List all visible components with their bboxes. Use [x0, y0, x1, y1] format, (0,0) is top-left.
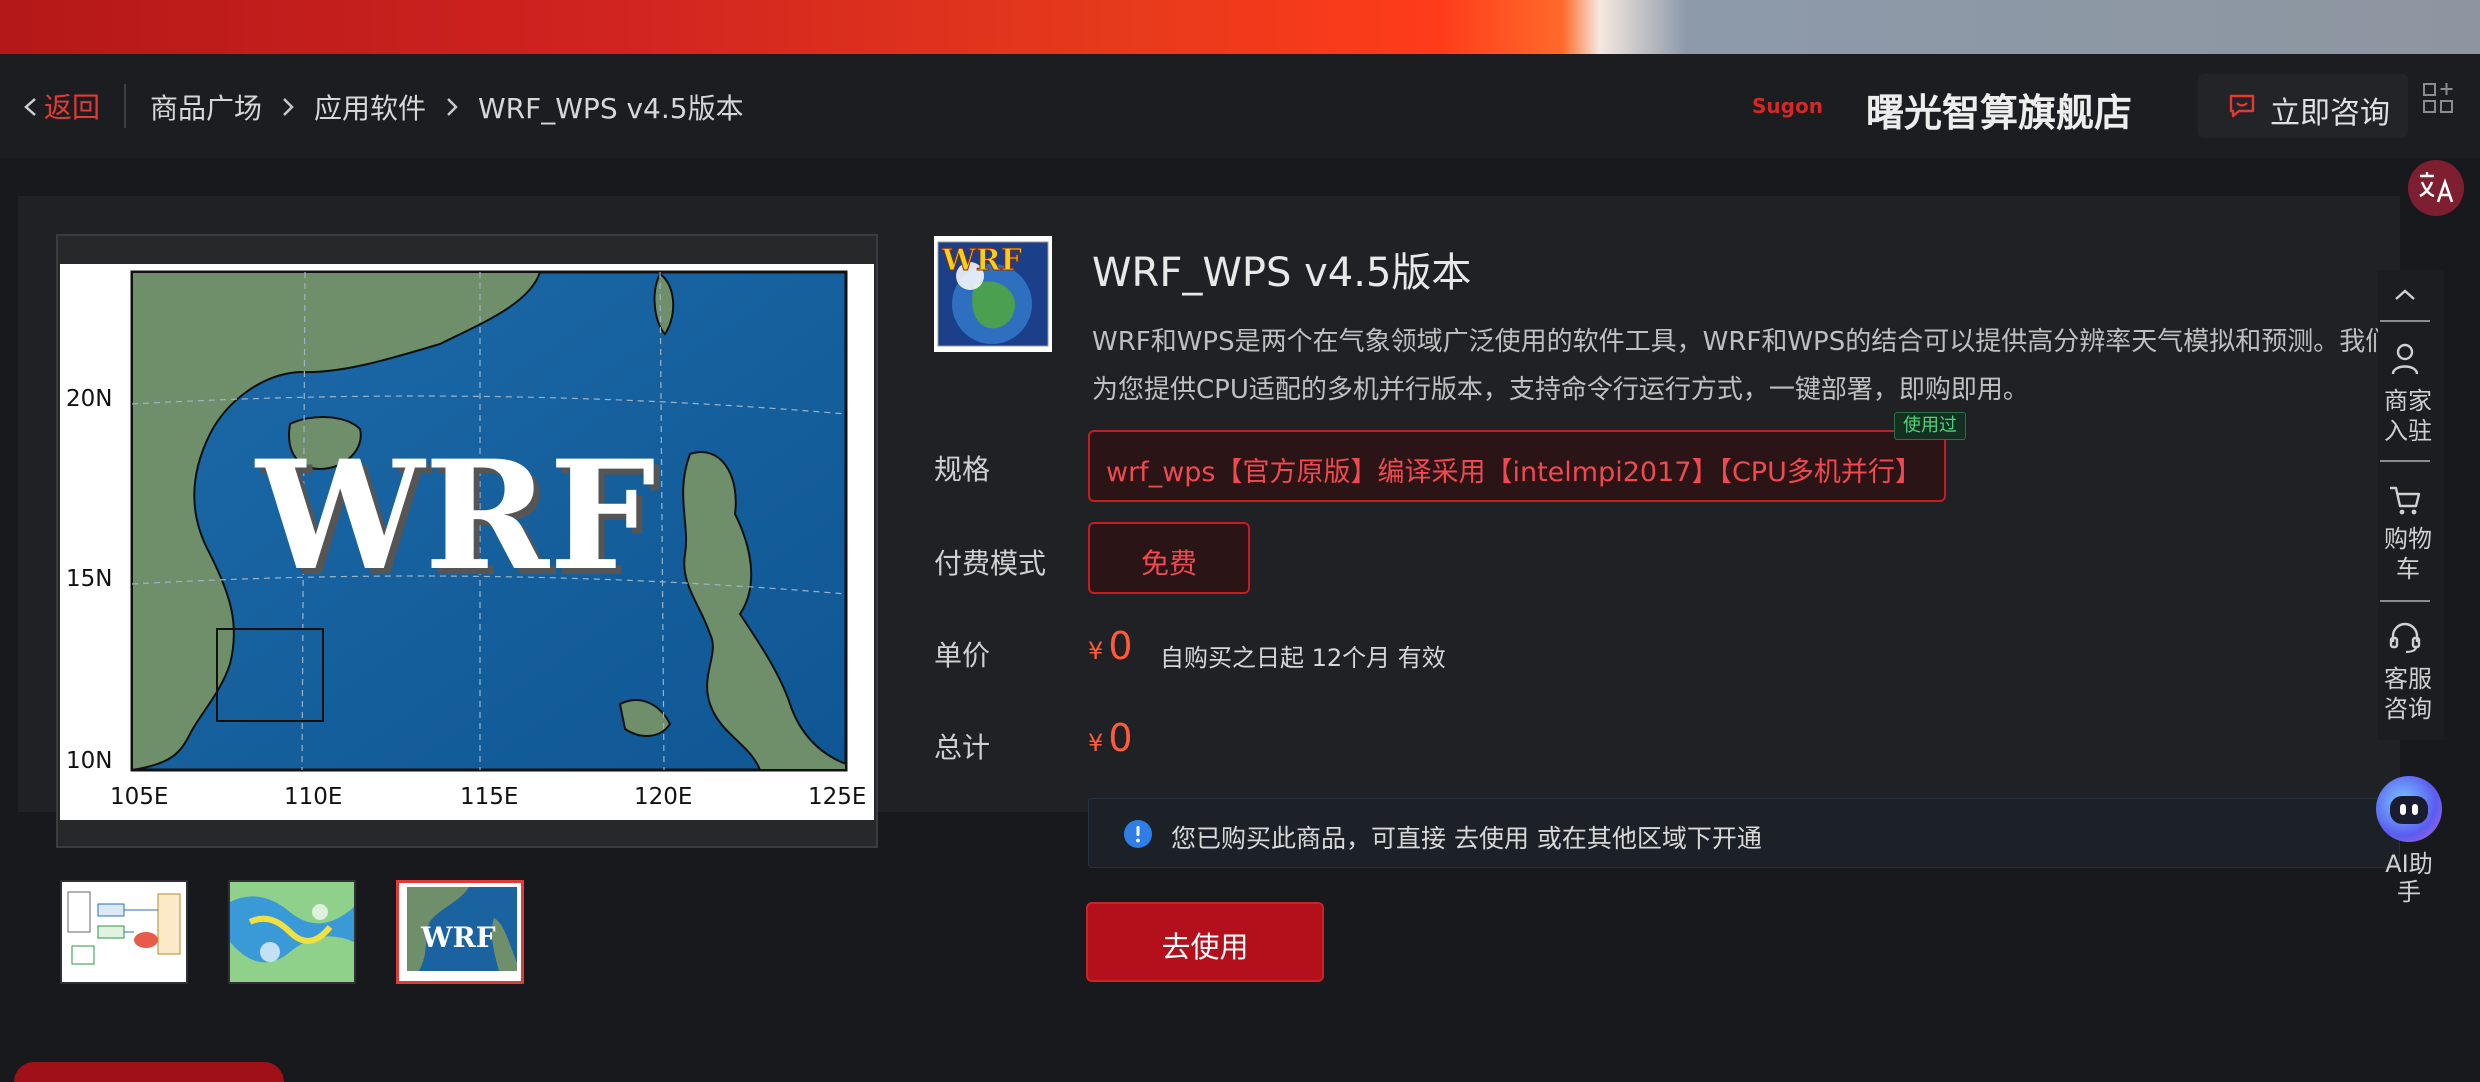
- consult-label: 立即咨询: [2270, 96, 2390, 131]
- sidebar-item-merchant[interactable]: 商家入驻: [2378, 386, 2438, 446]
- spec-option[interactable]: wrf_wps【官方原版】编译采用【intelmpi2017】【CPU多机并行】: [1088, 430, 1946, 502]
- spec-label: 规格: [934, 453, 991, 486]
- top-banner: [0, 0, 2480, 54]
- x-tick-label: 125E: [808, 784, 866, 810]
- spec-option-label: wrf_wps【官方原版】编译采用【intelmpi2017】【CPU多机并行】: [1106, 457, 1922, 488]
- back-link[interactable]: 返回: [44, 86, 100, 126]
- breadcrumb-item-marketplace[interactable]: 商品广场: [150, 87, 262, 127]
- go-use-button-label: 去使用: [1161, 930, 1249, 964]
- pay-mode-option-free[interactable]: 免费: [1088, 522, 1250, 594]
- x-tick-label: 105E: [110, 784, 168, 810]
- cart-icon[interactable]: [2388, 484, 2422, 516]
- pay-mode-label: 付费模式: [934, 547, 1047, 580]
- total-label: 总计: [934, 731, 991, 764]
- store-logo: Sugon: [1752, 94, 1823, 118]
- ai-assistant-avatar[interactable]: [2376, 776, 2442, 842]
- x-tick-label: 110E: [284, 784, 342, 810]
- breadcrumb-item-software[interactable]: 应用软件: [314, 87, 426, 127]
- ai-assistant-label[interactable]: AI助手: [2378, 850, 2440, 906]
- chevron-right-icon: [283, 98, 294, 116]
- product-logo-text: WRF: [941, 243, 1022, 278]
- currency-symbol: ¥: [1088, 729, 1104, 757]
- apps-grid-icon[interactable]: [2422, 80, 2454, 116]
- headset-icon[interactable]: [2388, 620, 2422, 654]
- main-product-image: WRF WRF 20N 15N 10N 105E 110E 115E 120E …: [60, 264, 874, 820]
- translate-icon[interactable]: [2408, 160, 2464, 216]
- wrf-map-thumbnail-image: WRF: [399, 883, 521, 981]
- ai-robot-icon: [2390, 796, 2428, 824]
- chevron-up-icon[interactable]: [2391, 286, 2419, 304]
- pay-mode-option-label: 免费: [1140, 547, 1197, 580]
- thumbnail-weather-map[interactable]: [228, 880, 356, 984]
- weather-map-thumbnail-image: [230, 882, 354, 982]
- unit-price-label: 单价: [934, 639, 991, 672]
- notice-text: 您已购买此商品，可直接 去使用 或在其他区域下开通: [1171, 824, 1762, 853]
- thumbnail-wrf-map[interactable]: WRF: [396, 880, 524, 984]
- thumbnail-wrf-text: WRF: [420, 921, 496, 954]
- x-tick-label: 120E: [634, 784, 692, 810]
- y-tick-label: 20N: [66, 386, 112, 412]
- flow-chart-thumbnail-image: [62, 882, 186, 982]
- bottom-red-button-partial[interactable]: [14, 1062, 284, 1082]
- header-bar: 返回 商品广场 应用软件 WRF_WPS v4.5版本 Sugon 曙光智算旗舰…: [0, 54, 2480, 158]
- total-price-value: 0: [1108, 716, 1133, 760]
- total-price: ¥ 0: [1088, 716, 1133, 760]
- breadcrumb-item-current: WRF_WPS v4.5版本: [478, 92, 744, 125]
- chat-icon: [2229, 94, 2255, 118]
- y-tick-label: 15N: [66, 566, 112, 592]
- used-badge: 使用过: [1894, 412, 1966, 440]
- sidebar-item-service[interactable]: 客服咨询: [2378, 664, 2438, 724]
- validity-text: 自购买之日起 12个月 有效: [1160, 644, 1446, 672]
- sidebar-divider: [2380, 600, 2430, 602]
- wrf-map-image: WRF WRF 20N 15N 10N 105E 110E 115E 120E …: [60, 264, 874, 820]
- product-logo: WRF: [934, 236, 1052, 352]
- wrf-logo-image: WRF: [934, 236, 1052, 352]
- purchase-notice: 您已购买此商品，可直接 去使用 或在其他区域下开通: [1088, 798, 2400, 868]
- chevron-right-icon: [447, 98, 458, 116]
- product-description: WRF和WPS是两个在气象领域广泛使用的软件工具，WRF和WPS的结合可以提供高…: [1092, 327, 2392, 405]
- wrf-logo-text: WRF: [254, 428, 656, 604]
- sidebar-item-cart[interactable]: 购物车: [2378, 524, 2438, 584]
- header-divider: [124, 84, 126, 128]
- x-tick-label: 115E: [460, 784, 518, 810]
- info-icon: [1124, 820, 1152, 848]
- currency-symbol: ¥: [1088, 637, 1104, 665]
- go-use-button[interactable]: 去使用: [1086, 902, 1324, 982]
- store-name[interactable]: 曙光智算旗舰店: [1866, 82, 2132, 137]
- unit-price: ¥ 0: [1088, 624, 1133, 668]
- sidebar-divider: [2380, 460, 2430, 462]
- thumbnail-flow-chart[interactable]: [60, 880, 188, 984]
- y-tick-label: 10N: [66, 748, 112, 774]
- user-icon[interactable]: [2390, 342, 2420, 376]
- sidebar-divider: [2380, 320, 2430, 322]
- consult-button[interactable]: 立即咨询: [2198, 74, 2408, 138]
- chevron-left-icon[interactable]: [20, 90, 42, 124]
- unit-price-value: 0: [1108, 624, 1133, 668]
- product-title: WRF_WPS v4.5版本: [1092, 250, 1472, 296]
